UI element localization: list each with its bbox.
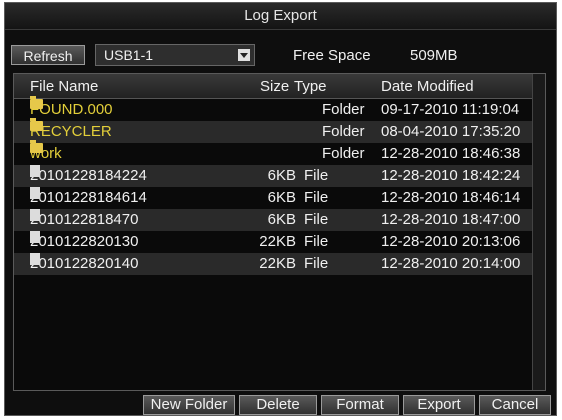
cancel-button[interactable]: Cancel: [479, 395, 551, 415]
table-row[interactable]: 2010122820130 22KB File 12-28-2010 20:13:06: [14, 231, 534, 253]
file-name-cell: 2010122820130: [30, 231, 138, 253]
file-size-cell: 6KB: [267, 189, 296, 206]
file-size-cell: 6KB: [267, 211, 296, 228]
log-export-window: Log Export Refresh USB1-1 Free Space 509…: [4, 2, 557, 416]
chevron-down-icon[interactable]: [238, 49, 250, 61]
folder-icon: [30, 118, 43, 131]
file-name-text: 2010122820140: [30, 255, 139, 272]
file-icon: [30, 187, 40, 199]
folder-icon: [30, 96, 43, 109]
file-size-cell: 22KB: [259, 255, 296, 272]
file-size-cell: 6KB: [267, 167, 296, 184]
device-select[interactable]: USB1-1: [95, 44, 255, 66]
delete-button[interactable]: Delete: [239, 395, 317, 415]
table-row[interactable]: work Folder 12-28-2010 18:46:38: [14, 140, 534, 165]
file-icon: [30, 209, 40, 221]
header-type[interactable]: Type: [294, 78, 327, 95]
file-name-text: 20101228184224: [30, 167, 147, 184]
action-bar: New Folder Delete Format Export Cancel: [5, 395, 556, 417]
device-select-value: USB1-1: [104, 47, 154, 63]
file-name-cell: 2010122820140: [30, 253, 138, 275]
date-modified-cell: 09-17-2010 11:19:04: [381, 101, 520, 118]
file-type-cell: File: [304, 233, 329, 250]
window-title: Log Export: [5, 3, 556, 30]
file-name-text: 20101228184614: [30, 189, 147, 206]
table-row[interactable]: FOUND.000 Folder 09-17-2010 11:19:04: [14, 96, 534, 121]
file-type-cell: Folder: [322, 123, 365, 140]
toolbar: Refresh USB1-1 Free Space 509MB: [5, 37, 556, 67]
file-type-cell: File: [304, 211, 329, 228]
file-name-cell: RECYCLER: [30, 118, 112, 143]
date-modified-cell: 12-28-2010 18:42:24: [381, 167, 521, 184]
table-row[interactable]: 2010122820140 22KB File 12-28-2010 20:14:00: [14, 253, 534, 275]
file-list[interactable]: File Name Size Type Date Modified FOUND.…: [13, 73, 546, 391]
file-type-cell: Folder: [322, 145, 365, 162]
file-icon: [30, 253, 40, 265]
format-button[interactable]: Format: [321, 395, 399, 415]
date-modified-cell: 12-28-2010 18:46:38: [381, 145, 521, 162]
table-row[interactable]: RECYCLER Folder 08-04-2010 17:35:20: [14, 118, 534, 143]
file-name-cell: 20101228184614: [30, 187, 147, 209]
file-icon: [30, 231, 40, 243]
file-name-cell: work: [30, 140, 62, 165]
export-button[interactable]: Export: [403, 395, 475, 415]
new-folder-button[interactable]: New Folder: [143, 395, 235, 415]
date-modified-cell: 08-04-2010 17:35:20: [381, 123, 521, 140]
file-type-cell: File: [304, 255, 329, 272]
file-name-cell: 20101228184224: [30, 165, 147, 187]
table-row[interactable]: 20101228184224 6KB File 12-28-2010 18:42:24: [14, 165, 534, 187]
free-space-value: 509MB: [410, 47, 458, 64]
table-row[interactable]: 20101228184614 6KB File 12-28-2010 18:46:14: [14, 187, 534, 209]
table-row[interactable]: 2010122818470 6KB File 12-28-2010 18:47:00: [14, 209, 534, 231]
file-type-cell: Folder: [322, 101, 365, 118]
header-date-modified[interactable]: Date Modified: [381, 78, 474, 95]
file-name-text: 2010122818470: [30, 211, 139, 228]
table-header: File Name Size Type Date Modified: [14, 74, 534, 99]
refresh-button[interactable]: Refresh: [11, 45, 85, 65]
free-space-label: Free Space: [293, 47, 371, 64]
date-modified-cell: 12-28-2010 20:14:00: [381, 255, 521, 272]
file-name-cell: 2010122818470: [30, 209, 138, 231]
header-file-name[interactable]: File Name: [30, 78, 98, 95]
folder-icon: [30, 140, 43, 153]
header-size[interactable]: Size: [260, 78, 289, 95]
file-name-cell: FOUND.000: [30, 96, 113, 121]
file-name-text: 2010122820130: [30, 233, 139, 250]
file-type-cell: File: [304, 189, 329, 206]
date-modified-cell: 12-28-2010 20:13:06: [381, 233, 521, 250]
date-modified-cell: 12-28-2010 18:47:00: [381, 211, 521, 228]
file-icon: [30, 165, 40, 177]
file-size-cell: 22KB: [259, 233, 296, 250]
scrollbar[interactable]: [532, 74, 545, 390]
date-modified-cell: 12-28-2010 18:46:14: [381, 189, 521, 206]
file-type-cell: File: [304, 167, 329, 184]
